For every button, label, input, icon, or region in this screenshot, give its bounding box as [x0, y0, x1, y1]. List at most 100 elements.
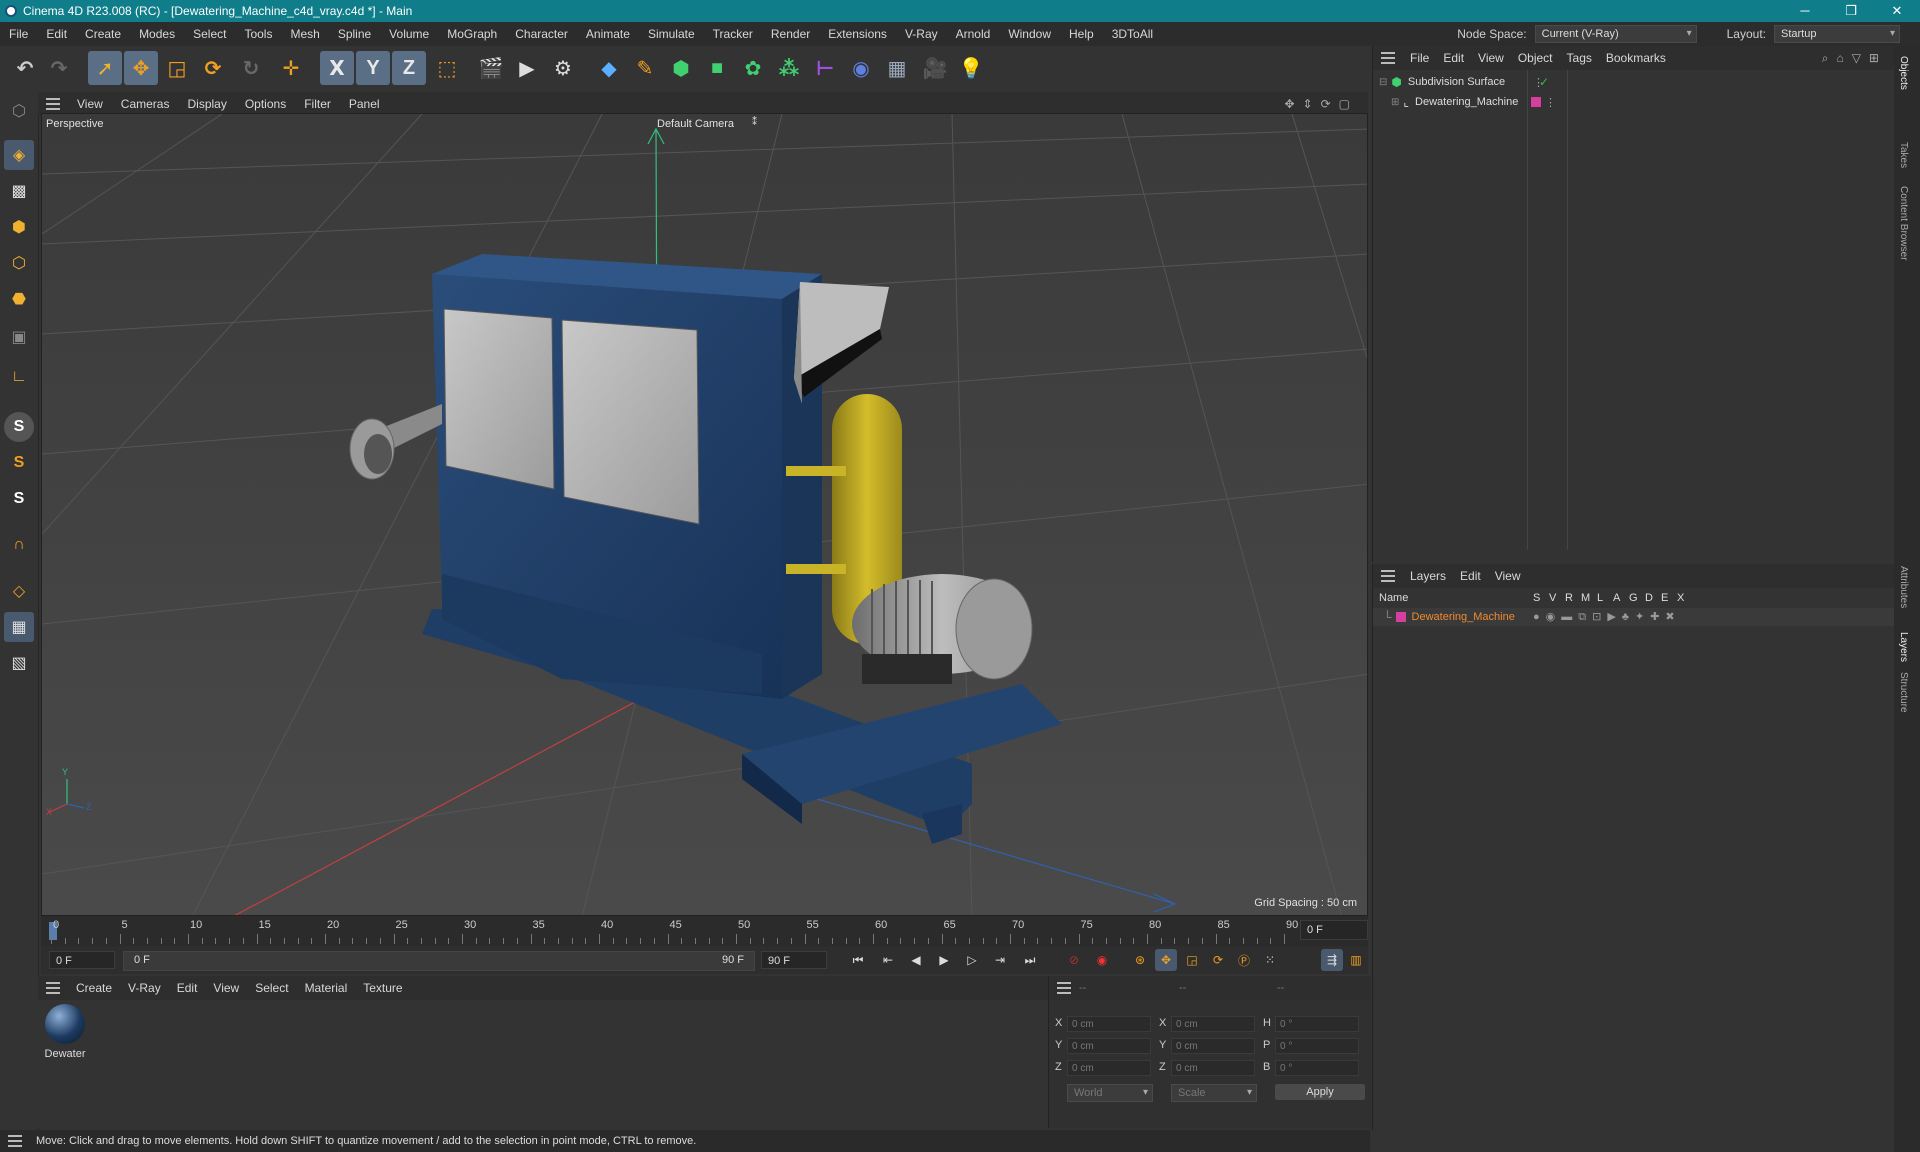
quantize-button[interactable]: S [4, 484, 34, 514]
menu-animate[interactable]: Animate [577, 22, 639, 46]
subdivision-surface-icon[interactable]: ⬢ [664, 51, 698, 85]
menu-edit[interactable]: Edit [37, 22, 76, 46]
field-icon[interactable]: ◉ [844, 51, 878, 85]
menu-file[interactable]: File [0, 22, 37, 46]
menu-create[interactable]: Create [76, 22, 130, 46]
extrude-generator-icon[interactable]: ■ [700, 51, 734, 85]
object-row-machine[interactable]: ⊞ ⌞ Dewatering_Machine ⋮ [1373, 93, 1895, 111]
snap-settings-button[interactable]: S [4, 448, 34, 478]
object-menu-bookmarks[interactable]: Bookmarks [1599, 46, 1673, 70]
workplane-icon[interactable]: ◇ [4, 576, 34, 606]
menu-mesh[interactable]: Mesh [281, 22, 328, 46]
status-menu-icon[interactable] [8, 1135, 22, 1147]
node-space-select[interactable]: Current (V-Ray) [1534, 25, 1697, 43]
menu-mograph[interactable]: MoGraph [438, 22, 506, 46]
layer-color-swatch[interactable] [1531, 97, 1541, 107]
camera-icon[interactable]: 🎥 [918, 51, 952, 85]
cube-primitive-icon[interactable]: ◆ [592, 51, 626, 85]
redo-icon[interactable]: ↷ [42, 51, 76, 85]
locked-workplane-icon[interactable]: ▦ [4, 612, 34, 642]
menu-tracker[interactable]: Tracker [704, 22, 762, 46]
autokey-icon[interactable]: ◉ [1091, 949, 1113, 971]
menu-tools[interactable]: Tools [235, 22, 281, 46]
scale-tool-icon[interactable]: ◲ [160, 51, 194, 85]
pos-x-field[interactable]: 0 cm [1067, 1016, 1151, 1032]
play-icon[interactable]: ▶ [933, 949, 955, 971]
pos-z-field[interactable]: 0 cm [1067, 1060, 1151, 1076]
prev-key-icon[interactable]: ⇤ [877, 949, 899, 971]
size-z-field[interactable]: 0 cm [1171, 1060, 1255, 1076]
timeline-window-icon[interactable]: ▥ [1345, 949, 1367, 971]
light-icon[interactable]: 💡 [954, 51, 988, 85]
collapse-icon[interactable]: ⊟ [1379, 77, 1387, 88]
bend-deformer-icon[interactable]: ⊢ [808, 51, 842, 85]
magnet-icon[interactable]: ∩ [4, 530, 34, 560]
next-frame-icon[interactable]: ▷ [961, 949, 983, 971]
object-name[interactable]: Dewatering_Machine [1415, 96, 1518, 108]
menu-3dtoall[interactable]: 3DToAll [1103, 22, 1162, 46]
make-editable-icon[interactable]: ⬡ [4, 96, 34, 126]
move-tool-icon[interactable]: ✥ [124, 51, 158, 85]
pos-y-field[interactable]: 0 cm [1067, 1038, 1151, 1054]
rot-p-field[interactable]: 0 ° [1275, 1038, 1359, 1054]
size-x-field[interactable]: 0 cm [1171, 1016, 1255, 1032]
edges-mode-icon[interactable]: ⬡ [4, 248, 34, 278]
menu-select[interactable]: Select [184, 22, 235, 46]
planar-workplane-icon[interactable]: ▧ [4, 648, 34, 678]
apply-button[interactable]: Apply [1275, 1084, 1365, 1100]
live-selection-icon[interactable]: ➚ [88, 51, 122, 85]
object-menu-tags[interactable]: Tags [1560, 46, 1599, 70]
camera-link-icon[interactable]: ⁑ [752, 117, 757, 128]
object-menu-object[interactable]: Object [1511, 46, 1560, 70]
recent-tool-icon[interactable]: ↻ [234, 51, 268, 85]
material-menu-icon[interactable] [46, 982, 60, 994]
world-axis-icon[interactable]: ✛ [274, 51, 308, 85]
menu-render[interactable]: Render [762, 22, 819, 46]
object-search-icons[interactable]: ⌕⌂▽⊞ [1822, 51, 1887, 66]
menu-arnold[interactable]: Arnold [947, 22, 1000, 46]
next-key-icon[interactable]: ⇥ [989, 949, 1011, 971]
layout-select[interactable]: Startup [1774, 25, 1900, 43]
uv-mode-icon[interactable]: ▣ [4, 322, 34, 352]
rot-b-field[interactable]: 0 ° [1275, 1060, 1359, 1076]
menu-window[interactable]: Window [999, 22, 1060, 46]
restore-button[interactable]: ❐ [1828, 0, 1874, 22]
goto-end-icon[interactable]: ⏭ [1019, 949, 1041, 971]
object-menu-file[interactable]: File [1403, 46, 1436, 70]
layer-menu-view[interactable]: View [1488, 564, 1528, 588]
texture-mode-icon[interactable]: ▩ [4, 176, 34, 206]
tab-takes[interactable]: Takes [1898, 142, 1909, 168]
key-pla-icon[interactable]: ⁙ [1259, 949, 1281, 971]
menu-modes[interactable]: Modes [130, 22, 184, 46]
menu-vray[interactable]: V-Ray [896, 22, 947, 46]
end-frame-field[interactable]: 90 F [761, 951, 827, 969]
viewport-camera-label[interactable]: Default Camera [657, 118, 734, 130]
motion-mode-icon[interactable]: ⇶ [1321, 949, 1343, 971]
render-picture-viewer-icon[interactable]: ▶ [510, 51, 544, 85]
goto-start-icon[interactable]: ⏮ [847, 949, 869, 971]
floor-environment-icon[interactable]: ▦ [880, 51, 914, 85]
viewport-nav-icons[interactable]: ✥⇕⟳▢ [1284, 97, 1358, 111]
size-y-field[interactable]: 0 cm [1171, 1038, 1255, 1054]
polygons-mode-icon[interactable]: ⬣ [4, 284, 34, 314]
tab-layers[interactable]: Layers [1898, 632, 1909, 662]
visibility-dots-icon[interactable]: ⋮ [1545, 96, 1556, 109]
material-menu-texture[interactable]: Texture [355, 976, 410, 1000]
menu-extensions[interactable]: Extensions [819, 22, 896, 46]
render-settings-icon[interactable]: ⚙ [546, 51, 580, 85]
rot-h-field[interactable]: 0 ° [1275, 1016, 1359, 1032]
layer-menu-icon[interactable] [1381, 570, 1395, 582]
y-axis-lock-button[interactable]: Y [356, 51, 390, 85]
mograph-cloner-icon[interactable]: ⁂ [772, 51, 806, 85]
layer-row[interactable]: └ Dewatering_Machine ●◉▬⧉⊡▶♣✦✚✖ [1373, 608, 1895, 626]
key-parameter-icon[interactable]: Ⓟ [1233, 949, 1255, 971]
object-row-subdivision[interactable]: ⊟ ⬢ Subdivision Surface ⋮ ✓ [1373, 73, 1895, 91]
x-axis-lock-button[interactable]: X [320, 51, 354, 85]
enabled-check-icon[interactable]: ✓ [1539, 75, 1549, 89]
material-menu-material[interactable]: Material [297, 976, 356, 1000]
layer-flags-icons[interactable]: ●◉▬⧉⊡▶♣✦✚✖ [1533, 610, 1681, 624]
pen-spline-icon[interactable]: ✎ [628, 51, 662, 85]
snap-toggle-button[interactable]: S [4, 412, 34, 442]
model-mode-icon[interactable]: ◈ [4, 140, 34, 170]
menu-character[interactable]: Character [506, 22, 577, 46]
